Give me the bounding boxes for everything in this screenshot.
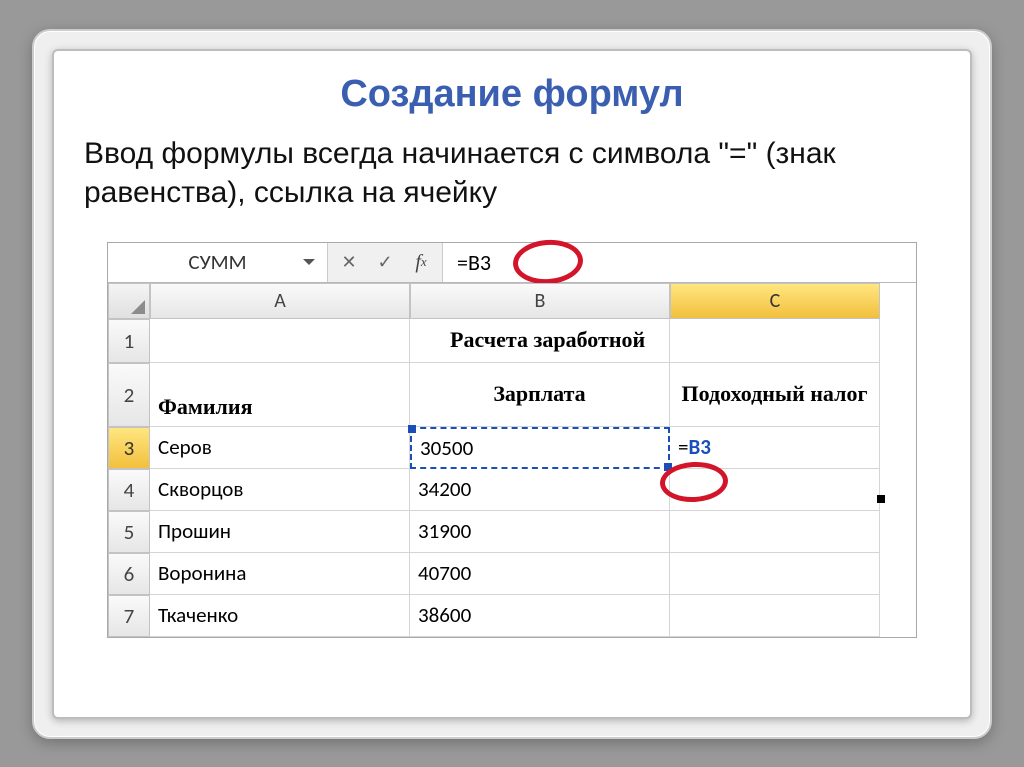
spreadsheet-grid[interactable]: A B C 1 Расчета заработной 2 Фамилия Зар…: [108, 283, 916, 637]
row-header-6[interactable]: 6: [108, 553, 150, 595]
cell-A4[interactable]: Скворцов: [150, 469, 410, 511]
chevron-down-icon[interactable]: [303, 259, 315, 265]
cell-B2[interactable]: Зарплата: [410, 363, 670, 427]
formula-input[interactable]: =B3: [442, 243, 916, 282]
cell-B6[interactable]: 40700: [410, 553, 670, 595]
cell-C1[interactable]: [670, 319, 880, 363]
column-header-B[interactable]: B: [410, 283, 670, 319]
slide-frame-outer: Создание формул Ввод формулы всегда начи…: [32, 29, 992, 739]
cell-A2[interactable]: Фамилия: [150, 363, 410, 427]
cell-C7[interactable]: [670, 595, 880, 637]
cell-B4[interactable]: 34200: [410, 469, 670, 511]
slide-title: Создание формул: [84, 73, 940, 116]
cell-A5[interactable]: Прошин: [150, 511, 410, 553]
row-header-2[interactable]: 2: [108, 363, 150, 427]
cell-C5[interactable]: [670, 511, 880, 553]
formula-bar-buttons: ✕ ✓ fx: [328, 249, 442, 275]
row-header-1[interactable]: 1: [108, 319, 150, 363]
cell-B1[interactable]: Расчета заработной: [410, 319, 670, 363]
cell-B7[interactable]: 38600: [410, 595, 670, 637]
cell-B5[interactable]: 31900: [410, 511, 670, 553]
cell-A7[interactable]: Ткаченко: [150, 595, 410, 637]
cell-A6[interactable]: Воронина: [150, 553, 410, 595]
select-all-corner[interactable]: [108, 283, 150, 319]
column-header-C[interactable]: C: [670, 283, 880, 319]
cancel-formula-icon[interactable]: ✕: [336, 249, 362, 275]
row-header-7[interactable]: 7: [108, 595, 150, 637]
enter-formula-icon[interactable]: ✓: [372, 249, 398, 275]
excel-screenshot: СУММ ✕ ✓ fx =B3 A B C: [107, 242, 917, 638]
row-header-4[interactable]: 4: [108, 469, 150, 511]
column-header-A[interactable]: A: [150, 283, 410, 319]
fill-handle-icon[interactable]: [877, 495, 885, 503]
cell-C3-ref: B3: [688, 434, 710, 460]
cell-C3[interactable]: =B3: [670, 427, 880, 469]
fx-icon[interactable]: fx: [408, 249, 434, 275]
slide-description: Ввод формулы всегда начинается с символа…: [84, 134, 940, 212]
cell-A1[interactable]: [150, 319, 410, 363]
name-box[interactable]: СУММ: [108, 243, 328, 282]
formula-bar: СУММ ✕ ✓ fx =B3: [108, 243, 916, 283]
cell-C3-prefix: =: [678, 434, 688, 460]
name-box-value: СУММ: [188, 249, 246, 275]
formula-input-value: =B3: [457, 249, 491, 276]
row-header-5[interactable]: 5: [108, 511, 150, 553]
slide-frame-inner: Создание формул Ввод формулы всегда начи…: [52, 49, 972, 719]
cell-C2[interactable]: Подоходный налог: [670, 363, 880, 427]
cell-A3[interactable]: Серов: [150, 427, 410, 469]
row-header-3[interactable]: 3: [108, 427, 150, 469]
cell-B3[interactable]: 30500: [410, 427, 670, 469]
cell-C4[interactable]: [670, 469, 880, 511]
cell-C6[interactable]: [670, 553, 880, 595]
